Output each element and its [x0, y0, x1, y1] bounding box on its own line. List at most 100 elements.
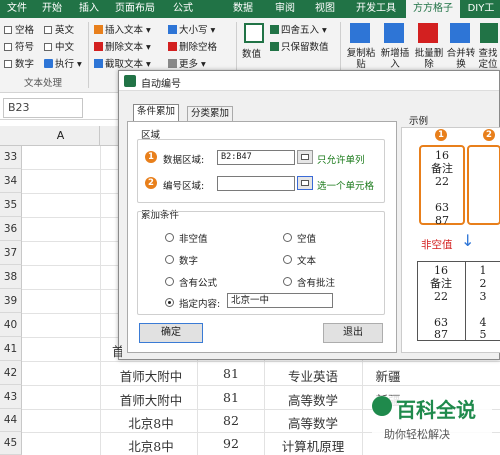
row-header[interactable]: 45 — [0, 432, 22, 455]
cell[interactable]: 新疆 — [364, 366, 412, 385]
example-arrow-label: 非空值 — [421, 239, 453, 251]
row-header[interactable]: 36 — [0, 217, 22, 241]
cell[interactable]: 计算机原理 — [266, 436, 360, 455]
example-cell: 87 — [434, 328, 448, 341]
exit-button[interactable]: 退出 — [323, 323, 383, 343]
row-header[interactable]: 35 — [0, 193, 22, 217]
cell[interactable]: 高等数学 — [266, 413, 360, 432]
more-icon — [168, 59, 177, 68]
lock-formula-button[interactable]: 查找定位 — [476, 48, 500, 70]
ok-button[interactable]: 确定 — [139, 323, 203, 343]
cell[interactable]: 81 — [200, 366, 262, 381]
row-header[interactable]: 33 — [0, 146, 22, 169]
range-picker-icon[interactable] — [297, 150, 313, 164]
case-icon — [168, 25, 177, 34]
number-region-input[interactable] — [217, 176, 295, 191]
row-header[interactable]: 37 — [0, 241, 22, 265]
tab-data[interactable]: 数据 — [226, 0, 260, 18]
example-cell: 63 — [435, 201, 449, 214]
checkbox-symbol[interactable]: 符号 — [4, 41, 34, 54]
value-button[interactable]: 数值 — [242, 48, 261, 61]
row-header[interactable]: 43 — [0, 385, 22, 409]
example-cell: 备注 — [430, 277, 452, 290]
cell[interactable]: 首师大附中 — [106, 390, 196, 409]
marker-2-icon: 2 — [145, 177, 157, 189]
cell[interactable]: 92 — [200, 436, 262, 451]
checkbox-chinese[interactable]: 中文 — [44, 41, 74, 54]
tab-diy[interactable]: DIY工 — [462, 0, 500, 18]
row-header[interactable]: 42 — [0, 361, 22, 385]
example-cell: 2 — [479, 277, 487, 290]
tab-page-layout[interactable]: 页面布局 — [106, 0, 164, 18]
auto-number-dialog: 自动编号 条件累加 分类累加 区域 1 数据区域: B2:B47 只允许单列 2… — [118, 70, 500, 360]
range-picker-icon[interactable] — [297, 176, 313, 190]
number-region-hint: 选一个单元格 — [317, 181, 375, 192]
new-insert-button[interactable]: 新增插入 — [378, 48, 412, 70]
marker-1-icon: 1 — [435, 129, 447, 141]
cell[interactable]: 首师大附中 — [106, 366, 196, 385]
logo-icon — [372, 396, 392, 416]
tab-category-accumulate[interactable]: 分类累加 — [187, 106, 234, 121]
play-icon — [44, 59, 53, 68]
example-cell: 5 — [479, 328, 487, 341]
cell[interactable]: 82 — [200, 413, 262, 428]
merge-convert-button[interactable]: 合并转换 — [444, 48, 478, 70]
cell[interactable]: 81 — [200, 390, 262, 405]
checkbox-space[interactable]: 空格 — [4, 24, 34, 37]
data-region-label: 数据区域: — [163, 155, 205, 166]
insert-text-button[interactable]: 插入文本 ▾ — [94, 24, 151, 37]
case-button[interactable]: 大小写 ▾ — [168, 24, 215, 37]
copy-paste-button[interactable]: 复制粘贴 — [344, 48, 378, 70]
cell[interactable]: 北京8中 — [106, 436, 196, 455]
tab-conditional-accumulate[interactable]: 条件累加 — [133, 104, 180, 121]
cell[interactable]: 专业英语 — [266, 366, 360, 385]
example-title: 示例 — [409, 116, 429, 127]
new-insert-icon — [384, 23, 404, 43]
example-target-column — [467, 145, 500, 225]
tab-review[interactable]: 审阅 — [268, 0, 302, 18]
batch-delete-button[interactable]: 批量删除 — [412, 48, 446, 70]
row-header[interactable]: 41 — [0, 337, 22, 361]
option-empty-radio[interactable] — [283, 233, 292, 242]
delete-space-button[interactable]: 删除空格 — [168, 41, 217, 54]
row-header[interactable]: 44 — [0, 409, 22, 432]
tab-home[interactable]: 开始 — [36, 0, 68, 18]
data-region-input[interactable]: B2:B47 — [217, 150, 295, 165]
option-has-comment-label: 含有批注 — [297, 278, 336, 289]
cell[interactable]: 高等数学 — [266, 390, 360, 409]
specify-input[interactable]: 北京一中 — [227, 293, 333, 308]
cell[interactable]: 首师 — [112, 341, 122, 360]
tab-fangfang[interactable]: 方方格子 — [406, 0, 460, 18]
option-number-radio[interactable] — [165, 255, 174, 264]
row-header[interactable]: 34 — [0, 169, 22, 193]
cell[interactable]: 北京8中 — [106, 413, 196, 432]
column-a-header[interactable]: A — [22, 126, 100, 146]
example-cell: 备注 — [431, 162, 453, 175]
option-specify-radio[interactable] — [165, 298, 174, 307]
tab-file[interactable]: 文件 — [2, 0, 32, 18]
exec-button[interactable]: 执行 ▾ — [44, 58, 82, 71]
tab-insert[interactable]: 插入 — [72, 0, 106, 18]
option-text-radio[interactable] — [283, 255, 292, 264]
keep-value-icon — [270, 42, 279, 51]
chevron-down-icon: ▾ — [74, 59, 82, 70]
round-icon — [270, 25, 279, 34]
option-non-empty-radio[interactable] — [165, 233, 174, 242]
row-header[interactable]: 39 — [0, 289, 22, 313]
tab-developer[interactable]: 开发工具 — [348, 0, 404, 18]
row-header[interactable]: 40 — [0, 313, 22, 337]
row-header[interactable]: 38 — [0, 265, 22, 289]
checkbox-english[interactable]: 英文 — [44, 24, 74, 37]
tab-formulas[interactable]: 公式 — [166, 0, 200, 18]
keep-value-button[interactable]: 只保留数值 — [270, 41, 329, 54]
delete-text-button[interactable]: 删除文本 ▾ — [94, 41, 151, 54]
option-has-comment-radio[interactable] — [283, 277, 292, 286]
round-button[interactable]: 四舍五入 ▾ — [270, 24, 327, 37]
option-has-formula-radio[interactable] — [165, 277, 174, 286]
example-cell: 1 — [479, 264, 487, 277]
option-text-label: 文本 — [297, 256, 317, 267]
name-box[interactable]: B23 — [3, 98, 83, 118]
number-region-label: 编号区域: — [163, 181, 205, 192]
checkbox-number[interactable]: 数字 — [4, 58, 34, 71]
tab-view[interactable]: 视图 — [308, 0, 342, 18]
